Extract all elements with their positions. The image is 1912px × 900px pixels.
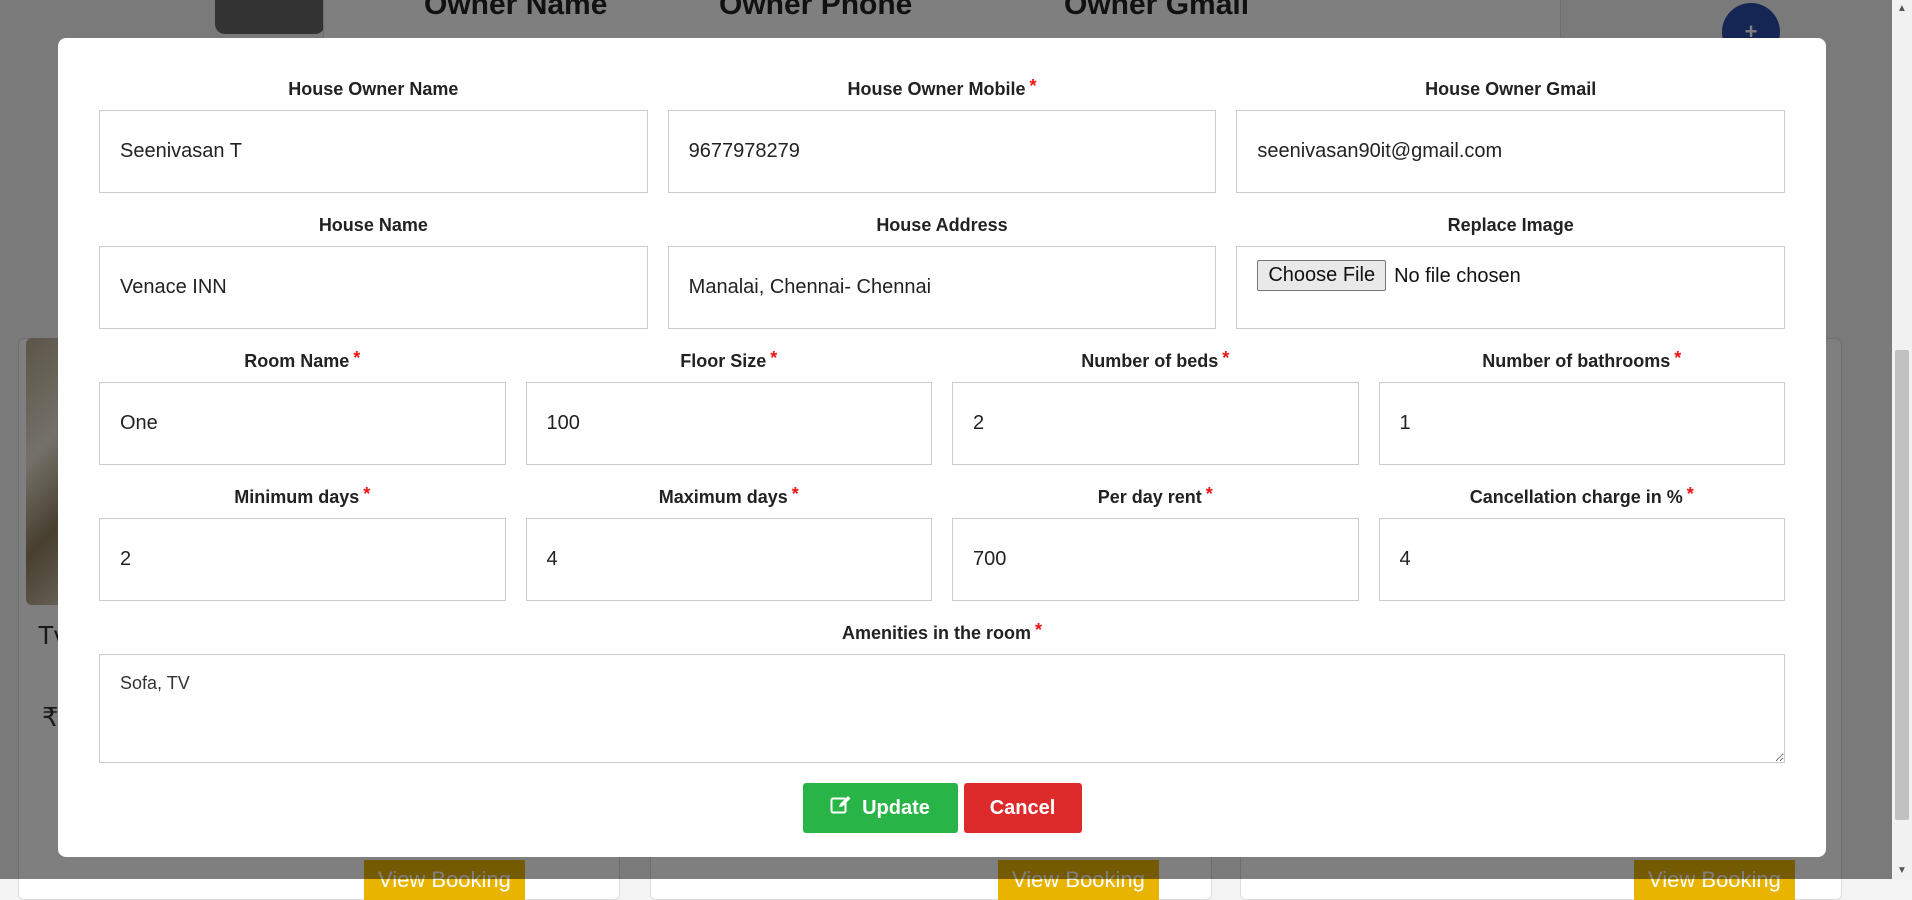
required-marker: *	[353, 348, 361, 368]
update-label: Update	[862, 796, 930, 819]
owner-mobile-field: House Owner Mobile *	[667, 76, 1217, 193]
required-marker: *	[1686, 484, 1694, 504]
min-days-field: Minimum days *	[99, 484, 506, 601]
beds-field: Number of beds *	[952, 348, 1359, 465]
scroll-down-arrow-icon[interactable]: ▼	[1892, 862, 1912, 879]
amenities-field: Amenities in the room * Sofa, TV	[99, 620, 1785, 763]
bathrooms-field: Number of bathrooms *	[1378, 348, 1785, 465]
owner-name-input[interactable]	[99, 110, 648, 193]
scroll-up-arrow-icon[interactable]: ▲	[1892, 0, 1912, 17]
min-days-input[interactable]	[99, 518, 506, 601]
owner-name-field: House Owner Name	[99, 79, 648, 193]
room-name-input[interactable]	[99, 382, 506, 465]
house-address-label: House Address	[876, 215, 1008, 235]
file-status-text: No file chosen	[1394, 265, 1521, 287]
modal-actions: Update Cancel	[99, 783, 1785, 833]
amenities-label: Amenities in the room *	[841, 620, 1043, 643]
per-day-rent-input[interactable]	[952, 518, 1359, 601]
choose-file-button[interactable]: Choose File	[1257, 260, 1387, 291]
cancellation-charge-label: Cancellation charge in % *	[1469, 484, 1694, 507]
house-name-label: House Name	[318, 215, 428, 235]
min-days-label: Minimum days *	[234, 484, 371, 507]
max-days-field: Maximum days *	[525, 484, 932, 601]
owner-mobile-label: House Owner Mobile *	[847, 76, 1037, 99]
max-days-label: Maximum days *	[658, 484, 799, 507]
scrollbar-thumb[interactable]	[1895, 350, 1909, 820]
house-name-field: House Name	[99, 215, 648, 329]
required-marker: *	[770, 348, 778, 368]
edit-room-modal: House Owner Name House Owner Mobile* Hou…	[58, 38, 1826, 857]
cancellation-charge-field: Cancellation charge in % *	[1378, 484, 1785, 601]
house-info-row: House Name House Address Replace Image C…	[99, 215, 1786, 329]
bathrooms-input[interactable]	[1378, 382, 1785, 465]
booking-rules-row: Minimum days* Maximum days* Per day rent…	[99, 484, 1785, 601]
cancel-label: Cancel	[989, 796, 1056, 819]
cancel-button[interactable]: Cancel	[963, 783, 1082, 833]
floor-size-label: Floor Size *	[680, 348, 778, 371]
required-marker: *	[1035, 620, 1043, 640]
bathrooms-label: Number of bathrooms *	[1482, 348, 1682, 371]
room-name-field: Room Name *	[99, 348, 506, 465]
amenities-textarea[interactable]: Sofa, TV	[99, 654, 1785, 763]
required-marker: *	[791, 484, 799, 504]
owner-gmail-field: House Owner Gmail	[1236, 79, 1786, 193]
room-specs-row: Room Name* Floor Size* Number of beds* N…	[99, 348, 1785, 465]
replace-image-input: Choose File No file chosen	[1236, 246, 1786, 329]
room-name-label: Room Name *	[244, 348, 361, 371]
per-day-rent-field: Per day rent *	[952, 484, 1359, 601]
owner-name-label: House Owner Name	[288, 79, 459, 99]
cancellation-charge-input[interactable]	[1378, 518, 1785, 601]
owner-gmail-label: House Owner Gmail	[1425, 79, 1597, 99]
house-address-field: House Address	[667, 215, 1217, 329]
per-day-rent-label: Per day rent *	[1097, 484, 1213, 507]
owner-info-row: House Owner Name House Owner Mobile* Hou…	[99, 76, 1786, 193]
required-marker: *	[1205, 484, 1213, 504]
edit-icon	[830, 795, 852, 821]
house-address-input[interactable]	[667, 246, 1217, 329]
required-marker: *	[1674, 348, 1682, 368]
beds-input[interactable]	[952, 382, 1359, 465]
required-marker: *	[363, 484, 371, 504]
scrollbar[interactable]: ▲ ▼	[1892, 0, 1912, 879]
update-button[interactable]: Update	[802, 783, 958, 833]
beds-label: Number of beds *	[1081, 348, 1230, 371]
owner-mobile-input[interactable]	[667, 110, 1217, 193]
floor-size-field: Floor Size *	[525, 348, 932, 465]
max-days-input[interactable]	[525, 518, 932, 601]
house-name-input[interactable]	[99, 246, 648, 329]
required-marker: *	[1029, 76, 1037, 96]
floor-size-input[interactable]	[525, 382, 932, 465]
owner-gmail-input[interactable]	[1236, 110, 1786, 193]
amenities-row: Amenities in the room * Sofa, TV	[99, 620, 1785, 763]
required-marker: *	[1222, 348, 1230, 368]
replace-image-field: Replace Image Choose File No file chosen	[1236, 215, 1786, 329]
replace-image-label: Replace Image	[1447, 215, 1574, 235]
